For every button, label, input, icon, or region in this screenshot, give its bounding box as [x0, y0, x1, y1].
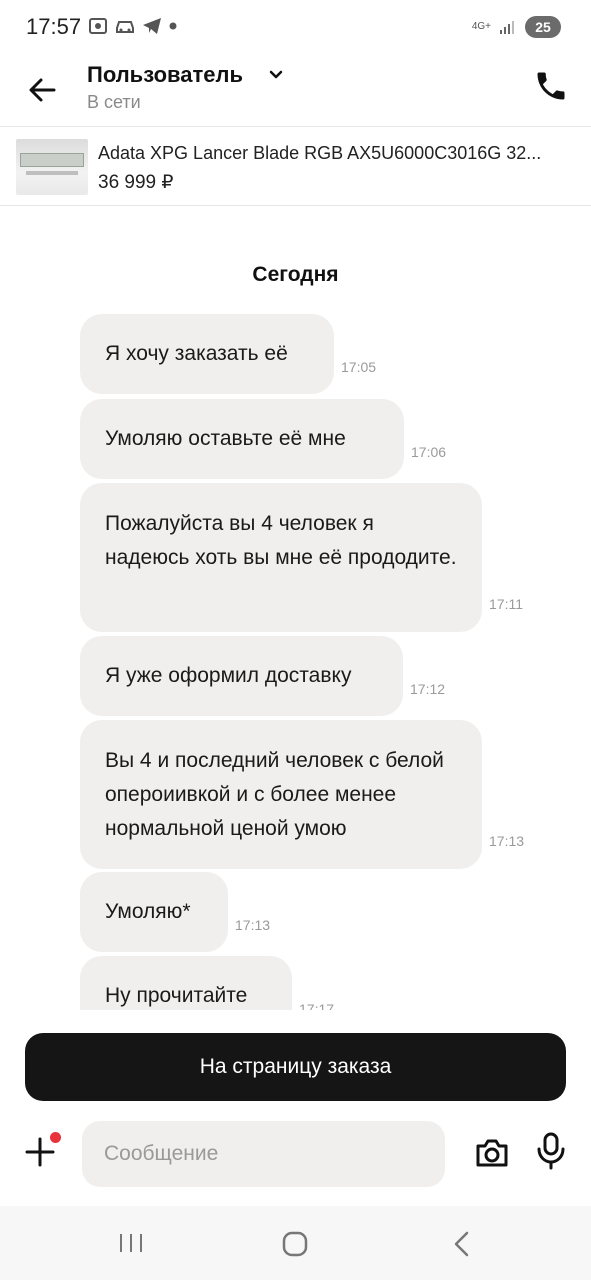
screenshot-icon	[89, 18, 107, 34]
camera-icon	[476, 1139, 508, 1167]
network-type: 4G+	[471, 21, 491, 32]
user-name[interactable]: Пользователь	[87, 62, 243, 88]
camera-button[interactable]	[474, 1137, 510, 1169]
message-composer	[0, 1110, 591, 1206]
chat-header: Пользователь В сети	[0, 56, 591, 126]
home-icon	[282, 1231, 308, 1257]
message-input[interactable]	[82, 1121, 445, 1187]
status-right: 4G+ 25	[472, 16, 561, 38]
go-to-order-button[interactable]: На страницу заказа	[25, 1033, 566, 1101]
call-button[interactable]	[533, 68, 569, 104]
message-text: Пожалуйста вы 4 человек я надеюсь хоть в…	[80, 483, 482, 632]
chevron-left-icon	[454, 1231, 469, 1257]
product-card[interactable]: Adata XPG Lancer Blade RGB AX5U6000C3016…	[0, 126, 591, 206]
message-time: 17:13	[235, 917, 271, 933]
home-button[interactable]	[281, 1230, 309, 1258]
notification-dot	[50, 1132, 61, 1143]
product-title: Adata XPG Lancer Blade RGB AX5U6000C3016…	[98, 143, 542, 163]
user-online-status: В сети	[87, 92, 141, 112]
message-text: Умоляю*	[80, 872, 228, 952]
message-text: Ну прочитайте	[80, 956, 292, 1010]
notification-icons	[88, 16, 178, 36]
back-button[interactable]	[24, 70, 64, 110]
status-time: 17:57	[26, 14, 82, 39]
signal-icon	[500, 21, 514, 34]
recent-apps-icon	[120, 1234, 142, 1252]
recent-apps-button[interactable]	[118, 1232, 144, 1254]
battery-indicator: 25	[525, 16, 561, 38]
message-text: Я уже оформил доставку	[80, 636, 403, 716]
microphone-button[interactable]	[536, 1132, 566, 1170]
product-image	[16, 139, 88, 195]
message-text: Умоляю оставьте её мне	[80, 399, 404, 479]
telegram-icon	[143, 18, 161, 34]
message-time: 17:05	[341, 359, 377, 375]
message-time: 17:11	[489, 596, 523, 612]
system-navigation-bar	[0, 1206, 591, 1280]
message-time: 17:13	[489, 833, 525, 849]
message-text: Я хочу заказать её	[80, 314, 334, 394]
message-time: 17:06	[411, 444, 447, 460]
message-time: 17:12	[410, 681, 446, 697]
car-icon	[116, 21, 134, 33]
chat-messages[interactable]: Сегодня Я хочу заказать её 17:05 Умоляю …	[0, 207, 591, 1010]
microphone-icon	[537, 1132, 565, 1170]
system-back-button[interactable]	[451, 1230, 471, 1258]
product-price: 36 999 ₽	[98, 172, 174, 193]
day-separator: Сегодня	[252, 263, 339, 286]
arrow-left-icon	[29, 78, 56, 102]
message-text: Вы 4 и последний человек с белой опероии…	[80, 720, 482, 869]
status-bar: 17:57 4G+ 25	[0, 0, 591, 56]
message-time: 17:17	[299, 1001, 335, 1010]
chevron-down-icon[interactable]	[268, 68, 284, 82]
dot-icon	[169, 22, 177, 30]
phone-icon	[537, 72, 565, 100]
